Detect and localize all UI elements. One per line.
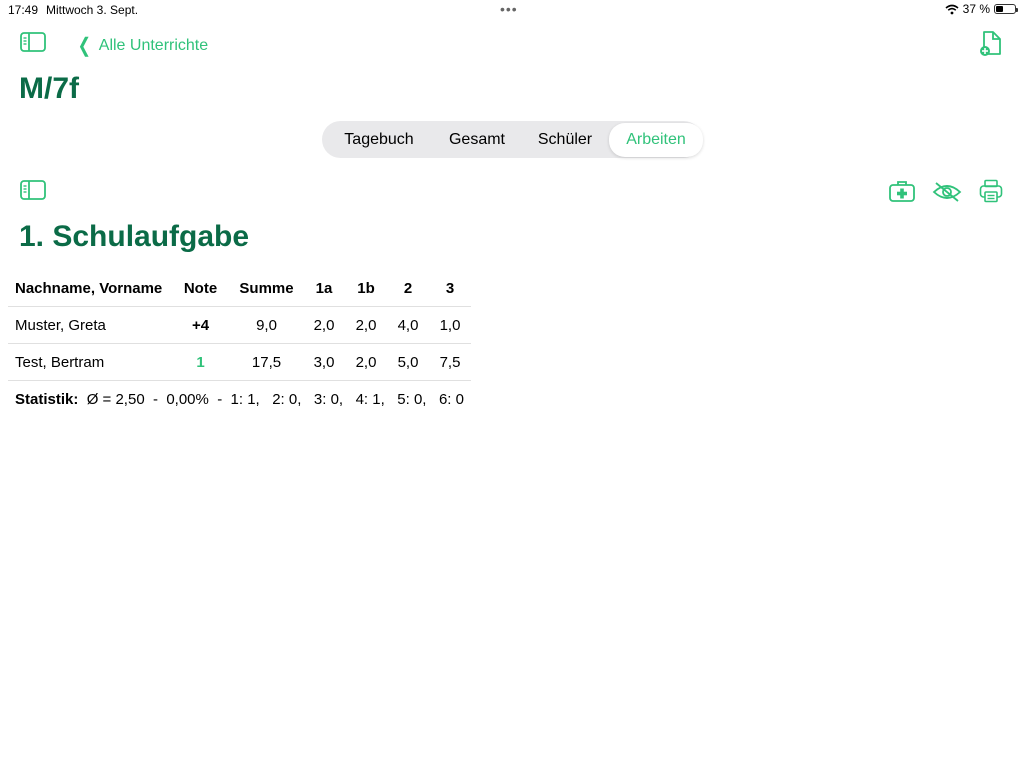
sidebar-toggle-button[interactable]: [20, 32, 46, 57]
tab-arbeiten[interactable]: Arbeiten: [609, 122, 703, 157]
print-icon: [979, 179, 1003, 203]
status-bar: 17:49 Mittwoch 3. Sept. ••• 37 %: [0, 0, 1024, 18]
page-title: M/7f: [19, 72, 79, 105]
tab-gesamt[interactable]: Gesamt: [433, 123, 521, 157]
print-button[interactable]: [979, 179, 1003, 208]
score-cell[interactable]: 3,0: [303, 343, 345, 381]
add-document-icon: [980, 31, 1001, 56]
column-header-summe[interactable]: Summe: [230, 270, 303, 307]
statistics-label: Statistik:: [15, 390, 79, 408]
score-cell[interactable]: 5,0: [387, 343, 429, 381]
hidden-eye-icon: [932, 182, 962, 202]
score-cell[interactable]: 7,5: [429, 343, 471, 381]
student-name: Muster, Greta: [8, 306, 171, 344]
chevron-left-icon: ❮: [77, 35, 92, 57]
statistics-value: Ø = 2,50 - 0,00% - 1: 1, 2: 0, 3: 0, 4: …: [86, 390, 464, 408]
column-header-2[interactable]: 2: [387, 270, 429, 307]
column-header-note[interactable]: Note: [171, 270, 230, 307]
column-header-name[interactable]: Nachname, Vorname: [8, 270, 171, 307]
first-aid-icon: [889, 181, 915, 202]
add-document-button[interactable]: [979, 31, 1003, 62]
status-right: 37 %: [945, 2, 1018, 16]
secondary-sidebar-toggle-button[interactable]: [20, 180, 46, 205]
status-date: Mittwoch 3. Sept.: [46, 3, 139, 17]
statistics-row: Statistik: Ø = 2,50 - 0,00% - 1: 1, 2: 0…: [8, 380, 471, 417]
score-cell[interactable]: 1,0: [429, 306, 471, 344]
absence-button[interactable]: [889, 180, 915, 207]
column-header-1b[interactable]: 1b: [345, 270, 387, 307]
score-cell[interactable]: 2,0: [345, 306, 387, 344]
sum-cell: 9,0: [230, 306, 303, 344]
column-header-1a[interactable]: 1a: [303, 270, 345, 307]
wifi-icon: [945, 4, 959, 14]
score-cell[interactable]: 2,0: [345, 343, 387, 381]
status-time: 17:49: [8, 3, 39, 17]
grades-table: Nachname, Vorname Note Summe 1a 1b 2 3 M…: [8, 270, 471, 417]
back-button[interactable]: ❮ Alle Unterrichte: [76, 33, 208, 58]
tab-tagebuch[interactable]: Tagebuch: [325, 123, 433, 157]
segmented-control: Tagebuch Gesamt Schüler Arbeiten: [322, 121, 703, 158]
score-cell[interactable]: 2,0: [303, 306, 345, 344]
statistics-cell: Statistik: Ø = 2,50 - 0,00% - 1: 1, 2: 0…: [8, 380, 471, 417]
visibility-toggle-button[interactable]: [932, 181, 962, 208]
grade-cell[interactable]: +4: [171, 306, 230, 344]
battery-percent: 37 %: [962, 2, 990, 16]
sidebar-icon: [20, 32, 46, 52]
sidebar-icon: [20, 180, 46, 200]
sum-cell: 17,5: [230, 343, 303, 381]
multitasking-dots[interactable]: •••: [500, 1, 518, 17]
column-header-3[interactable]: 3: [429, 270, 471, 307]
table-header-row: Nachname, Vorname Note Summe 1a 1b 2 3: [8, 270, 471, 307]
table-row[interactable]: Test, Bertram 1 17,5 3,0 2,0 5,0 7,5: [8, 343, 471, 381]
battery-icon: [994, 4, 1018, 14]
grade-cell[interactable]: 1: [171, 343, 230, 381]
tab-schueler[interactable]: Schüler: [521, 123, 609, 157]
student-name: Test, Bertram: [8, 343, 171, 381]
exam-title: 1. Schulaufgabe: [19, 220, 250, 253]
table-row[interactable]: Muster, Greta +4 9,0 2,0 2,0 4,0 1,0: [8, 306, 471, 344]
score-cell[interactable]: 4,0: [387, 306, 429, 344]
back-label: Alle Unterrichte: [98, 36, 209, 54]
